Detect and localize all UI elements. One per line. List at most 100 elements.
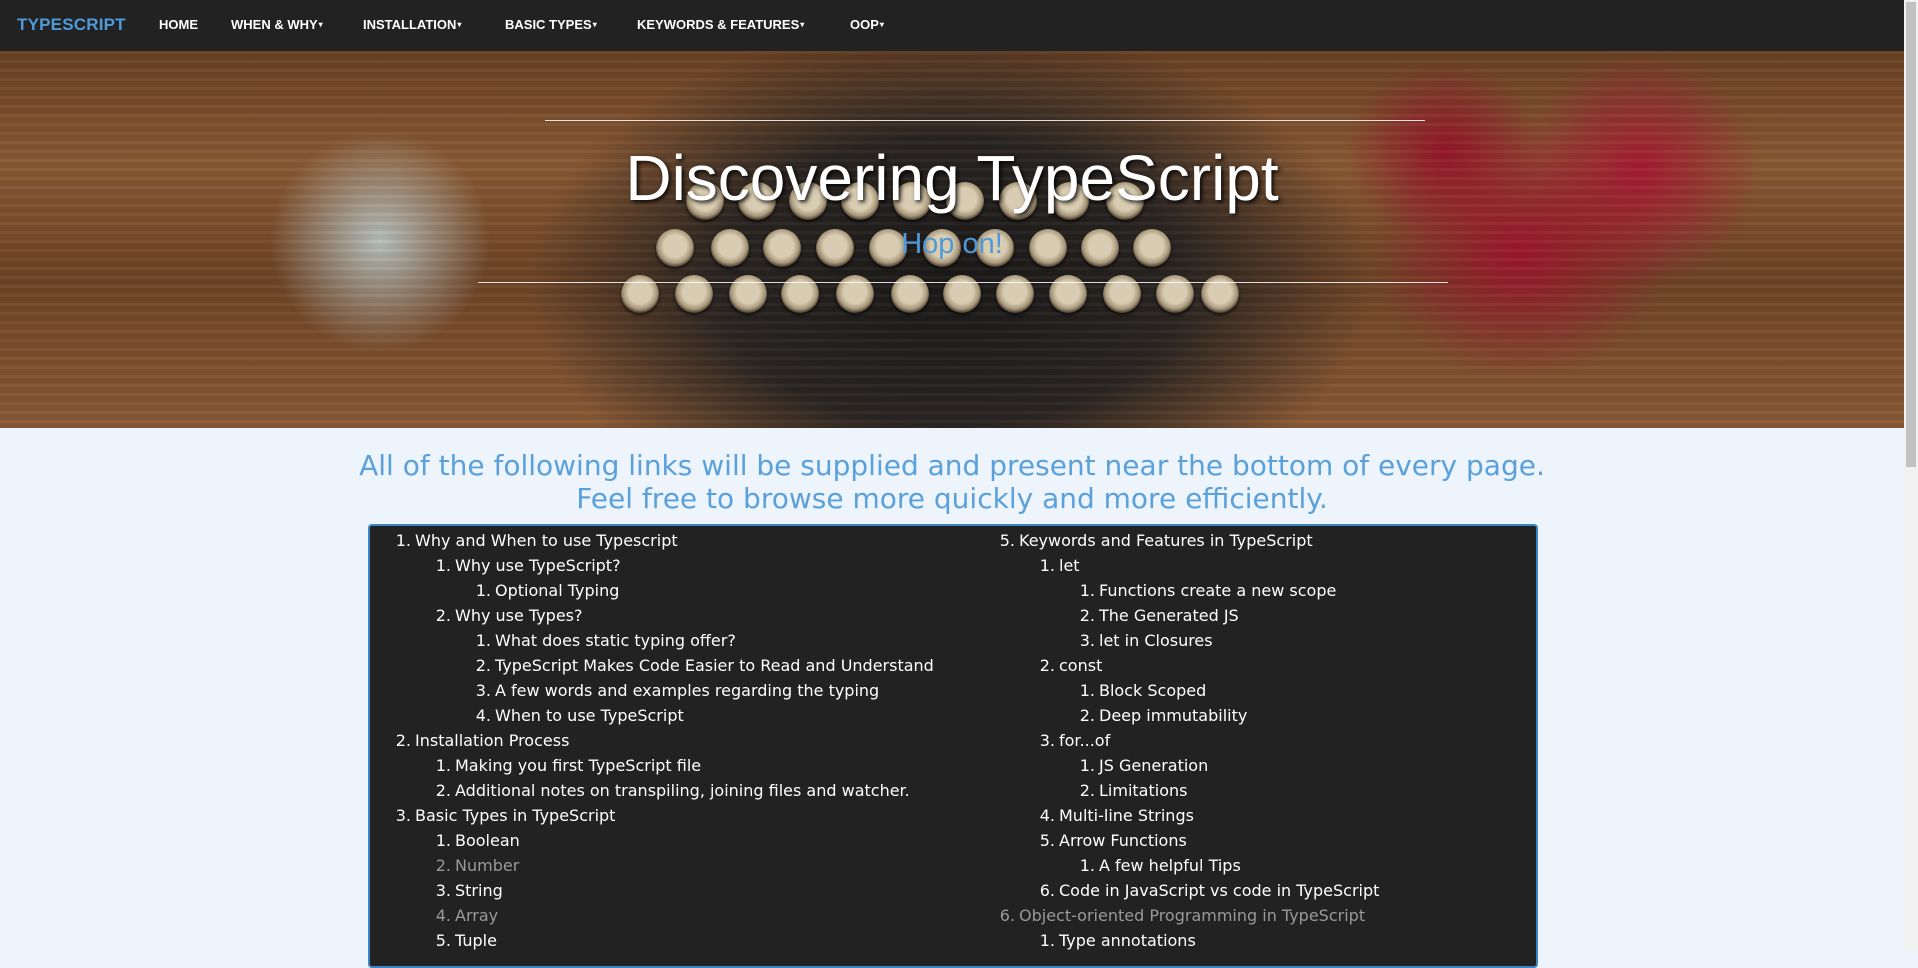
typewriter-key-decoration [1201,275,1239,313]
toc-item: 5. Arrow Functions [974,828,1534,853]
nav-when-why-dropdown[interactable]: WHEN & WHY▾ [231,17,323,32]
toc-item-number: 3. [475,681,491,700]
toc-link[interactable]: A few words and examples regarding the t… [495,681,879,700]
toc-link[interactable]: TypeScript Makes Code Easier to Read and… [495,656,934,675]
toc-item-number: 1. [1079,681,1095,700]
toc-link[interactable]: The Generated JS [1099,606,1239,625]
toc-link[interactable]: Boolean [455,831,520,850]
toc-item: 1. Making you first TypeScript file [370,753,970,778]
caret-down-icon: ▾ [879,20,884,29]
typewriter-key-decoration [996,275,1034,313]
toc-item: 3. for...of [974,728,1534,753]
nav-keywords-features-label: KEYWORDS & FEATURES [637,17,800,32]
toc-item-number: 2. [435,781,451,800]
toc-item: 5. Keywords and Features in TypeScript [974,528,1534,553]
toc-link[interactable]: Installation Process [415,731,569,750]
toc-link[interactable]: Limitations [1099,781,1187,800]
toc-link[interactable]: Type annotations [1059,931,1196,950]
toc-item: 1. Block Scoped [974,678,1534,703]
nav-oop-dropdown[interactable]: OOP▾ [850,17,884,32]
toc-item-number: 2. [1079,606,1095,625]
nav-when-why-label: WHEN & WHY [231,17,318,32]
toc-item: 3. let in Closures [974,628,1534,653]
toc-link[interactable]: let in Closures [1099,631,1213,650]
toc-item: 1. Why use TypeScript? [370,553,970,578]
toc-link[interactable]: Functions create a new scope [1099,581,1336,600]
toc-item-number: 2. [395,731,411,750]
toc-item-number: 2. [475,656,491,675]
toc-link[interactable]: Basic Types in TypeScript [415,806,615,825]
toc-link[interactable]: Making you first TypeScript file [455,756,701,775]
toc-link[interactable]: Keywords and Features in TypeScript [1019,531,1313,550]
toc-left-column: 1. Why and When to use Typescript 1. Why us… [370,528,970,953]
nav-basic-types-dropdown[interactable]: BASIC TYPES▾ [505,17,597,32]
toc-link[interactable]: Deep immutability [1099,706,1247,725]
caret-down-icon: ▾ [318,20,323,29]
toc-item-number: 4. [475,706,491,725]
toc-item-number: 6. [1039,881,1055,900]
toc-link[interactable]: Number [455,856,519,875]
toc-item-number: 3. [1039,731,1055,750]
toc-link[interactable]: Optional Typing [495,581,619,600]
toc-link[interactable]: Multi-line Strings [1059,806,1194,825]
toc-item-number: 5. [1039,831,1055,850]
toc-item-number: 4. [435,906,451,925]
toc-link[interactable]: When to use TypeScript [495,706,684,725]
typewriter-key-decoration [675,275,713,313]
toc-item: 1. Functions create a new scope [974,578,1534,603]
brand-link[interactable]: TYPESCRIPT [17,15,126,35]
toc-link[interactable]: Array [455,906,498,925]
toc-link[interactable]: let [1059,556,1080,575]
toc-item: 2. TypeScript Makes Code Easier to Read a… [370,653,970,678]
typewriter-key-decoration [943,275,981,313]
intro-text: All of the following links will be suppl… [0,449,1904,515]
toc-link[interactable]: Why and When to use Typescript [415,531,678,550]
toc-link[interactable]: JS Generation [1099,756,1208,775]
hero-banner: Discovering TypeScript Hop on! [0,51,1904,428]
toc-item: 3. Basic Types in TypeScript [370,803,970,828]
toc-item: 2. Installation Process [370,728,970,753]
toc-link[interactable]: Object-oriented Programming in TypeScrip… [1019,906,1365,925]
table-of-contents: 1. Why and When to use Typescript 1. Why us… [368,524,1538,968]
toc-item: 3. String [370,878,970,903]
toc-link[interactable]: A few helpful Tips [1099,856,1241,875]
toc-item-number: 2. [1039,656,1055,675]
nav-installation-dropdown[interactable]: INSTALLATION▾ [363,17,461,32]
toc-link[interactable]: for...of [1059,731,1110,750]
toc-item: 6. Code in JavaScript vs code in TypeScri… [974,878,1534,903]
nav-keywords-features-dropdown[interactable]: KEYWORDS & FEATURES▾ [637,17,804,32]
toc-link[interactable]: Block Scoped [1099,681,1206,700]
toc-item: 2. Limitations [974,778,1534,803]
top-navbar: TYPESCRIPT HOME WHEN & WHY▾ INSTALLATION… [0,0,1904,52]
toc-item: 6. Object-oriented Programming in TypeScr… [974,903,1534,928]
hero-title: Discovering TypeScript [625,142,1279,214]
toc-link[interactable]: Why use Types? [455,606,583,625]
caret-down-icon: ▾ [592,20,597,29]
nav-home[interactable]: HOME [159,17,198,32]
intro-line-2: Feel free to browse more quickly and mor… [576,482,1328,515]
toc-item: 2. const [974,653,1534,678]
hero-subtitle: Hop on! [901,228,1003,260]
toc-item: 1. Why and When to use Typescript [370,528,970,553]
toc-item: 2. Why use Types? [370,603,970,628]
toc-item: 5. Tuple [370,928,970,953]
toc-link[interactable]: String [455,881,503,900]
toc-link[interactable]: Additional notes on transpiling, joining… [455,781,910,800]
toc-right-column: 5. Keywords and Features in TypeScript 1. l… [974,528,1534,953]
toc-link[interactable]: Arrow Functions [1059,831,1187,850]
toc-link[interactable]: What does static typing offer? [495,631,736,650]
toc-item-number: 1. [1039,931,1055,950]
toc-item: 2. The Generated JS [974,603,1534,628]
toc-link[interactable]: Why use TypeScript? [455,556,621,575]
toc-item: 4. Array [370,903,970,928]
toc-item: 1. JS Generation [974,753,1534,778]
toc-link[interactable]: Code in JavaScript vs code in TypeScript [1059,881,1379,900]
toc-link[interactable]: const [1059,656,1102,675]
toc-link[interactable]: Tuple [455,931,497,950]
toc-item-number: 1. [435,756,451,775]
toc-item: 2. Deep immutability [974,703,1534,728]
page-scrollbar[interactable] [1904,0,1918,951]
caret-down-icon: ▾ [457,20,462,29]
scrollbar-thumb[interactable] [1906,2,1916,467]
toc-item-number: 3. [435,881,451,900]
